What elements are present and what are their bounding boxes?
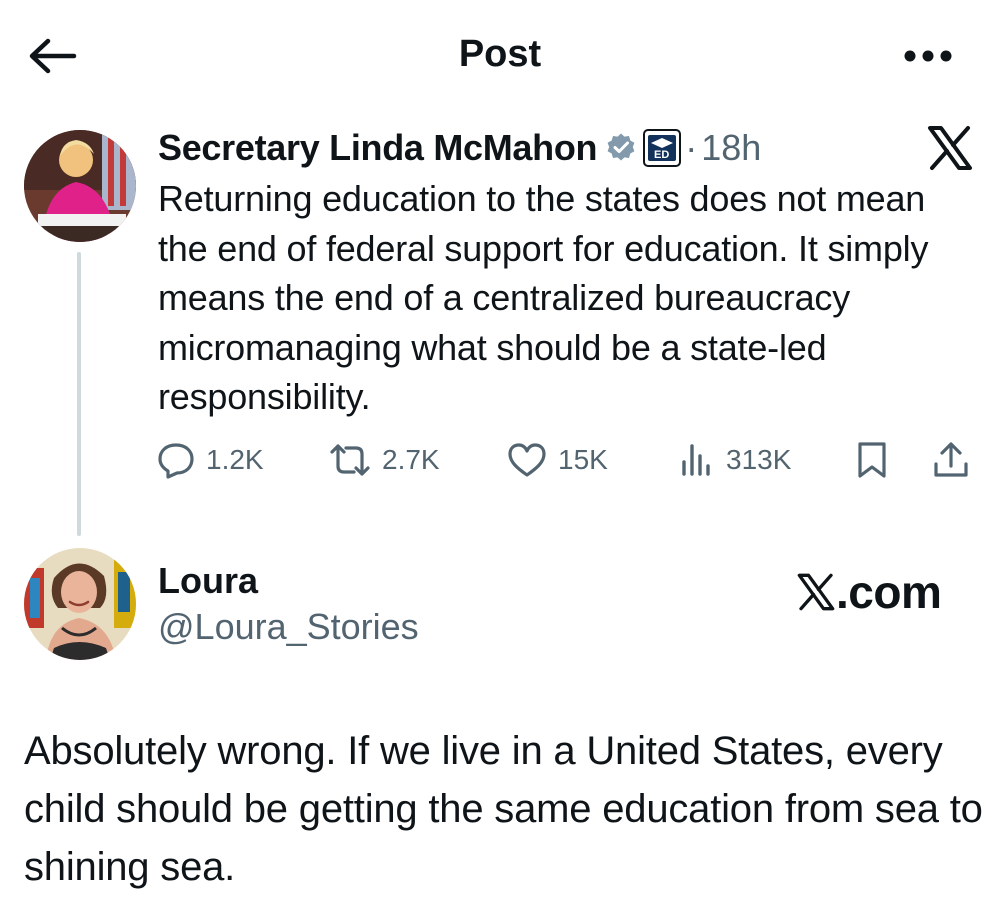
post-actions: 1.2K 2.7K 15K 313K [156,436,986,484]
watermark-text: .com [836,566,942,618]
reply-text: Absolutely wrong. If we live in a United… [24,729,983,889]
author-avatar[interactable] [24,130,136,242]
reply-author-name[interactable]: Loura [158,560,258,602]
verified-badge-icon [607,133,635,161]
like-count: 15K [558,444,608,475]
reply-button[interactable]: 1.2K [156,436,264,484]
reply-count: 1.2K [206,444,264,475]
separator-dot: · [685,127,698,168]
author-avatar-image [24,130,136,242]
views-count: 313K [726,444,792,475]
analytics-icon [682,444,710,476]
share-button[interactable] [932,436,970,484]
share-icon [934,442,968,477]
repost-icon [330,444,370,476]
bookmark-button[interactable] [854,436,890,484]
repost-count: 2.7K [382,444,440,475]
svg-text:ED: ED [654,149,669,161]
x-logo-icon [928,126,972,170]
views-button[interactable]: 313K [678,436,791,484]
more-horizontal-icon [904,50,952,62]
post-text: Returning education to the states does n… [158,178,929,417]
top-bar: Post [0,0,1000,112]
thread-line [77,252,81,536]
reply-author-handle[interactable]: @Loura_Stories [158,606,419,648]
reply-author-avatar[interactable] [24,548,136,660]
more-options-button[interactable] [900,38,960,74]
bookmark-icon [858,442,886,478]
author-name[interactable]: Secretary Linda McMahon [158,127,598,169]
page-title: Post [458,33,542,75]
heart-icon [508,443,546,477]
department-of-education-badge-icon[interactable]: ED [643,129,682,167]
reply-author-avatar-image [24,548,136,660]
x-logo-icon [797,573,835,611]
post-time[interactable]: 18h [701,127,761,169]
like-button[interactable]: 15K [506,436,608,484]
author-row: Secretary Linda McMahon ED · 18h [158,124,761,172]
repost-button[interactable]: 2.7K [328,436,440,484]
reply-icon [158,443,194,479]
x-com-watermark: .com [796,562,942,622]
